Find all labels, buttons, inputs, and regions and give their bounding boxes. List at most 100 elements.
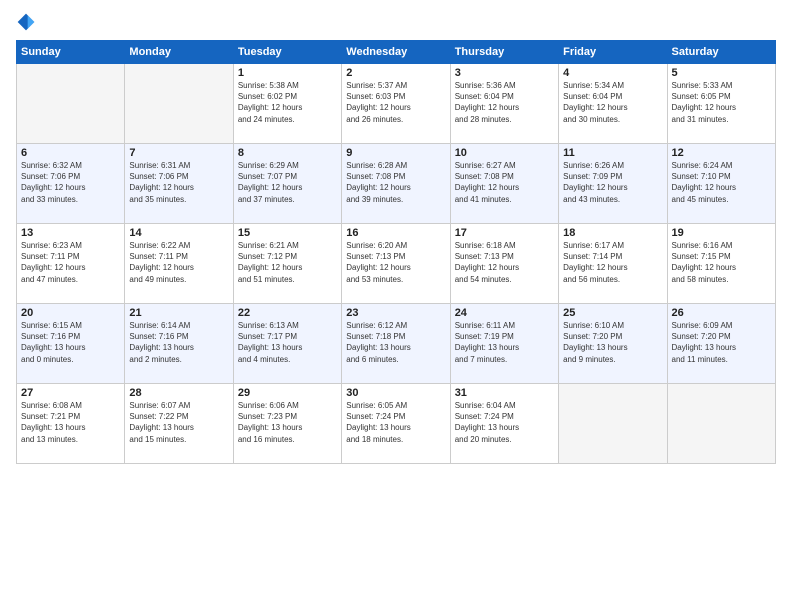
calendar-cell: 27Sunrise: 6:08 AM Sunset: 7:21 PM Dayli…	[17, 384, 125, 464]
day-number: 17	[455, 227, 554, 239]
header	[16, 12, 776, 32]
day-info: Sunrise: 6:06 AM Sunset: 7:23 PM Dayligh…	[238, 400, 337, 445]
day-info: Sunrise: 6:28 AM Sunset: 7:08 PM Dayligh…	[346, 160, 445, 205]
day-number: 13	[21, 227, 120, 239]
calendar-cell: 2Sunrise: 5:37 AM Sunset: 6:03 PM Daylig…	[342, 64, 450, 144]
day-info: Sunrise: 5:36 AM Sunset: 6:04 PM Dayligh…	[455, 80, 554, 125]
calendar-cell: 29Sunrise: 6:06 AM Sunset: 7:23 PM Dayli…	[233, 384, 341, 464]
calendar-cell: 7Sunrise: 6:31 AM Sunset: 7:06 PM Daylig…	[125, 144, 233, 224]
calendar-cell	[125, 64, 233, 144]
day-number: 20	[21, 307, 120, 319]
day-number: 18	[563, 227, 662, 239]
calendar-cell: 20Sunrise: 6:15 AM Sunset: 7:16 PM Dayli…	[17, 304, 125, 384]
header-monday: Monday	[125, 41, 233, 64]
header-sunday: Sunday	[17, 41, 125, 64]
page: SundayMondayTuesdayWednesdayThursdayFrid…	[0, 0, 792, 612]
calendar-cell: 5Sunrise: 5:33 AM Sunset: 6:05 PM Daylig…	[667, 64, 775, 144]
logo-icon	[16, 12, 36, 32]
calendar-cell: 30Sunrise: 6:05 AM Sunset: 7:24 PM Dayli…	[342, 384, 450, 464]
day-number: 10	[455, 147, 554, 159]
day-number: 26	[672, 307, 771, 319]
day-number: 2	[346, 67, 445, 79]
day-info: Sunrise: 5:33 AM Sunset: 6:05 PM Dayligh…	[672, 80, 771, 125]
day-info: Sunrise: 6:31 AM Sunset: 7:06 PM Dayligh…	[129, 160, 228, 205]
day-number: 24	[455, 307, 554, 319]
calendar-cell: 17Sunrise: 6:18 AM Sunset: 7:13 PM Dayli…	[450, 224, 558, 304]
day-info: Sunrise: 6:18 AM Sunset: 7:13 PM Dayligh…	[455, 240, 554, 285]
day-info: Sunrise: 6:29 AM Sunset: 7:07 PM Dayligh…	[238, 160, 337, 205]
header-thursday: Thursday	[450, 41, 558, 64]
calendar-header-row: SundayMondayTuesdayWednesdayThursdayFrid…	[17, 41, 776, 64]
calendar-cell	[17, 64, 125, 144]
day-number: 29	[238, 387, 337, 399]
calendar-cell: 22Sunrise: 6:13 AM Sunset: 7:17 PM Dayli…	[233, 304, 341, 384]
calendar-cell: 28Sunrise: 6:07 AM Sunset: 7:22 PM Dayli…	[125, 384, 233, 464]
header-tuesday: Tuesday	[233, 41, 341, 64]
calendar-cell: 19Sunrise: 6:16 AM Sunset: 7:15 PM Dayli…	[667, 224, 775, 304]
calendar-cell: 23Sunrise: 6:12 AM Sunset: 7:18 PM Dayli…	[342, 304, 450, 384]
calendar-cell: 15Sunrise: 6:21 AM Sunset: 7:12 PM Dayli…	[233, 224, 341, 304]
day-info: Sunrise: 6:27 AM Sunset: 7:08 PM Dayligh…	[455, 160, 554, 205]
calendar-cell: 8Sunrise: 6:29 AM Sunset: 7:07 PM Daylig…	[233, 144, 341, 224]
header-saturday: Saturday	[667, 41, 775, 64]
day-info: Sunrise: 6:24 AM Sunset: 7:10 PM Dayligh…	[672, 160, 771, 205]
calendar-cell: 4Sunrise: 5:34 AM Sunset: 6:04 PM Daylig…	[559, 64, 667, 144]
day-info: Sunrise: 6:21 AM Sunset: 7:12 PM Dayligh…	[238, 240, 337, 285]
calendar-cell: 16Sunrise: 6:20 AM Sunset: 7:13 PM Dayli…	[342, 224, 450, 304]
calendar-cell: 9Sunrise: 6:28 AM Sunset: 7:08 PM Daylig…	[342, 144, 450, 224]
day-info: Sunrise: 6:23 AM Sunset: 7:11 PM Dayligh…	[21, 240, 120, 285]
day-number: 11	[563, 147, 662, 159]
day-info: Sunrise: 6:14 AM Sunset: 7:16 PM Dayligh…	[129, 320, 228, 365]
day-number: 19	[672, 227, 771, 239]
day-info: Sunrise: 6:05 AM Sunset: 7:24 PM Dayligh…	[346, 400, 445, 445]
day-number: 27	[21, 387, 120, 399]
calendar-cell	[559, 384, 667, 464]
header-wednesday: Wednesday	[342, 41, 450, 64]
day-number: 15	[238, 227, 337, 239]
day-number: 16	[346, 227, 445, 239]
calendar-cell: 3Sunrise: 5:36 AM Sunset: 6:04 PM Daylig…	[450, 64, 558, 144]
day-info: Sunrise: 6:15 AM Sunset: 7:16 PM Dayligh…	[21, 320, 120, 365]
day-number: 25	[563, 307, 662, 319]
calendar-cell: 24Sunrise: 6:11 AM Sunset: 7:19 PM Dayli…	[450, 304, 558, 384]
day-number: 5	[672, 67, 771, 79]
calendar-week-1: 1Sunrise: 5:38 AM Sunset: 6:02 PM Daylig…	[17, 64, 776, 144]
day-number: 21	[129, 307, 228, 319]
calendar-table: SundayMondayTuesdayWednesdayThursdayFrid…	[16, 40, 776, 464]
calendar-week-2: 6Sunrise: 6:32 AM Sunset: 7:06 PM Daylig…	[17, 144, 776, 224]
calendar-cell: 14Sunrise: 6:22 AM Sunset: 7:11 PM Dayli…	[125, 224, 233, 304]
day-info: Sunrise: 6:16 AM Sunset: 7:15 PM Dayligh…	[672, 240, 771, 285]
day-info: Sunrise: 5:38 AM Sunset: 6:02 PM Dayligh…	[238, 80, 337, 125]
calendar-cell: 11Sunrise: 6:26 AM Sunset: 7:09 PM Dayli…	[559, 144, 667, 224]
day-info: Sunrise: 5:34 AM Sunset: 6:04 PM Dayligh…	[563, 80, 662, 125]
day-info: Sunrise: 6:08 AM Sunset: 7:21 PM Dayligh…	[21, 400, 120, 445]
calendar-cell: 13Sunrise: 6:23 AM Sunset: 7:11 PM Dayli…	[17, 224, 125, 304]
day-info: Sunrise: 6:13 AM Sunset: 7:17 PM Dayligh…	[238, 320, 337, 365]
calendar-week-5: 27Sunrise: 6:08 AM Sunset: 7:21 PM Dayli…	[17, 384, 776, 464]
calendar-cell: 25Sunrise: 6:10 AM Sunset: 7:20 PM Dayli…	[559, 304, 667, 384]
day-number: 4	[563, 67, 662, 79]
day-number: 8	[238, 147, 337, 159]
calendar-cell: 31Sunrise: 6:04 AM Sunset: 7:24 PM Dayli…	[450, 384, 558, 464]
day-info: Sunrise: 6:32 AM Sunset: 7:06 PM Dayligh…	[21, 160, 120, 205]
day-number: 22	[238, 307, 337, 319]
day-info: Sunrise: 5:37 AM Sunset: 6:03 PM Dayligh…	[346, 80, 445, 125]
day-info: Sunrise: 6:22 AM Sunset: 7:11 PM Dayligh…	[129, 240, 228, 285]
day-info: Sunrise: 6:04 AM Sunset: 7:24 PM Dayligh…	[455, 400, 554, 445]
day-number: 7	[129, 147, 228, 159]
day-info: Sunrise: 6:26 AM Sunset: 7:09 PM Dayligh…	[563, 160, 662, 205]
day-number: 14	[129, 227, 228, 239]
day-info: Sunrise: 6:10 AM Sunset: 7:20 PM Dayligh…	[563, 320, 662, 365]
day-info: Sunrise: 6:20 AM Sunset: 7:13 PM Dayligh…	[346, 240, 445, 285]
day-number: 23	[346, 307, 445, 319]
day-info: Sunrise: 6:17 AM Sunset: 7:14 PM Dayligh…	[563, 240, 662, 285]
calendar-cell: 12Sunrise: 6:24 AM Sunset: 7:10 PM Dayli…	[667, 144, 775, 224]
calendar-cell: 18Sunrise: 6:17 AM Sunset: 7:14 PM Dayli…	[559, 224, 667, 304]
day-number: 9	[346, 147, 445, 159]
calendar-cell: 10Sunrise: 6:27 AM Sunset: 7:08 PM Dayli…	[450, 144, 558, 224]
logo	[16, 12, 38, 32]
day-number: 12	[672, 147, 771, 159]
calendar-cell: 21Sunrise: 6:14 AM Sunset: 7:16 PM Dayli…	[125, 304, 233, 384]
day-number: 28	[129, 387, 228, 399]
day-info: Sunrise: 6:11 AM Sunset: 7:19 PM Dayligh…	[455, 320, 554, 365]
